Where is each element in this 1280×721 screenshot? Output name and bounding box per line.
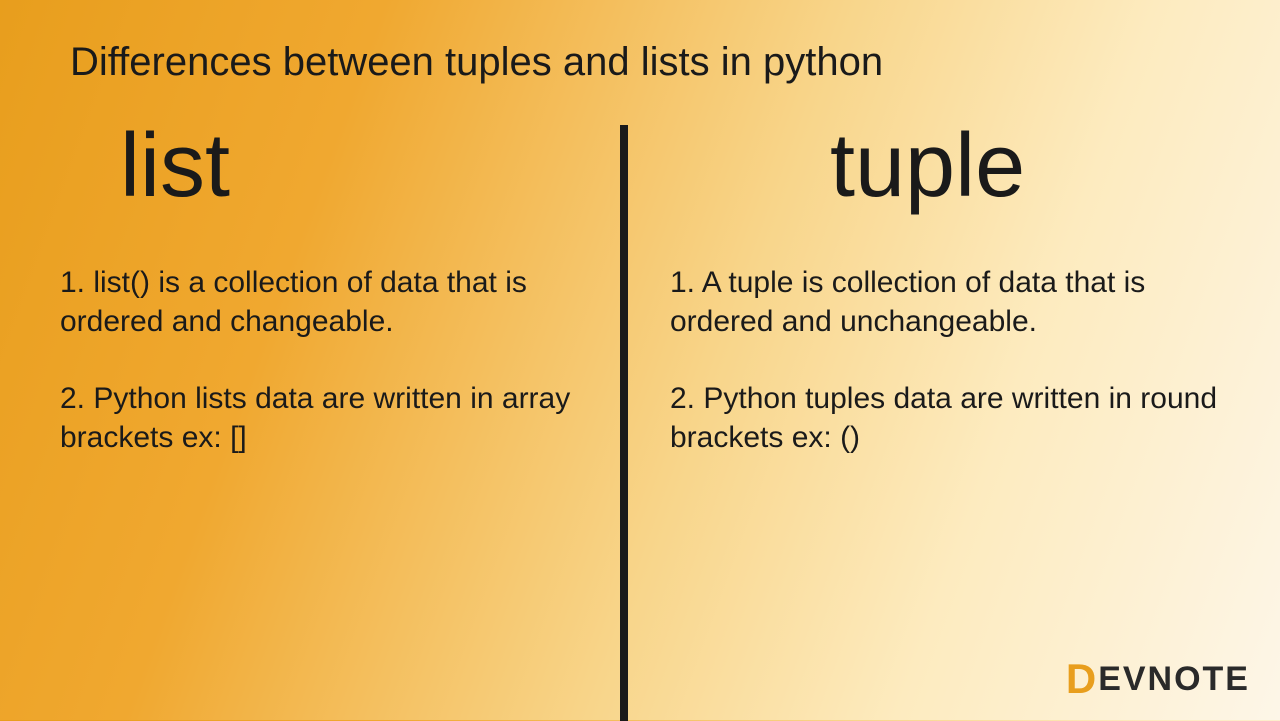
tuple-column: tuple 1. A tuple is collection of data t… — [670, 115, 1230, 495]
page-title: Differences between tuples and lists in … — [70, 40, 883, 85]
devnote-logo: D EVNOTE — [1066, 658, 1250, 700]
tuple-point-2: 2. Python tuples data are written in rou… — [670, 379, 1230, 457]
logo-text: EVNOTE — [1098, 662, 1250, 696]
logo-d-icon: D — [1066, 658, 1096, 700]
list-heading: list — [120, 115, 580, 218]
list-column: list 1. list() is a collection of data t… — [60, 115, 580, 495]
vertical-divider — [620, 125, 628, 721]
list-point-1: 1. list() is a collection of data that i… — [60, 263, 580, 341]
tuple-heading: tuple — [830, 115, 1230, 218]
list-point-2: 2. Python lists data are written in arra… — [60, 379, 580, 457]
tuple-point-1: 1. A tuple is collection of data that is… — [670, 263, 1230, 341]
